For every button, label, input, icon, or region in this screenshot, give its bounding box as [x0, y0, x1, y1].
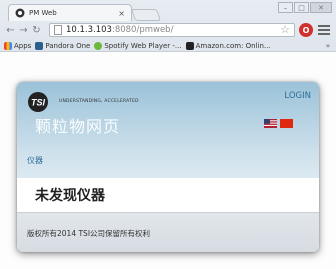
bookmark-spotify[interactable]: Spotify Web Player -... [94, 41, 182, 50]
tab-close-icon[interactable]: × [118, 9, 125, 18]
reload-icon[interactable]: ↻ [30, 25, 43, 36]
spotify-icon [94, 41, 103, 50]
bookmark-label: Apps [14, 41, 32, 50]
us-flag-icon[interactable] [264, 119, 277, 128]
address-bar[interactable]: 10.1.3.103 :8080/pmweb/ ☆ [49, 23, 295, 37]
bookmark-pandora[interactable]: Pandora One [35, 41, 91, 50]
china-flag-icon[interactable] [280, 119, 293, 128]
breadcrumb-instruments[interactable]: 仪器 [27, 155, 43, 166]
url-host: 10.1.3.103 [66, 25, 112, 35]
menu-icon[interactable] [318, 23, 330, 37]
login-link[interactable]: LOGIN [284, 91, 311, 101]
no-instrument-message: 未发现仪器 [35, 188, 105, 204]
new-tab-button[interactable] [130, 9, 162, 21]
browser-tab[interactable]: PM Web × [8, 4, 132, 21]
banner-title: 颗粒物网页 [35, 117, 121, 136]
browser-window: PM Web × – □ ✕ ← → ↻ 10.1.3.103 :8080/pm… [0, 0, 336, 269]
apps-icon [4, 41, 12, 50]
bookmark-star-icon[interactable]: ☆ [280, 23, 290, 36]
forward-arrow-icon[interactable]: → [17, 25, 30, 36]
extension-icon[interactable]: O [299, 23, 313, 37]
page-footer: 版权所有2014 TSI公司保留所有权利 [17, 212, 319, 252]
page-card: TSI UNDERSTANDING, ACCELERATED LOGIN 颗粒物… [17, 82, 319, 252]
maximize-button[interactable]: □ [294, 2, 309, 13]
bookmark-amazon[interactable]: Amazon.com: Onlin... [185, 41, 271, 50]
copyright-text: 版权所有2014 TSI公司保留所有权利 [27, 229, 151, 238]
bookmarks-bar: Apps Pandora One Spotify Web Player -...… [0, 39, 336, 52]
bookmark-label: Spotify Web Player -... [104, 41, 182, 50]
tsi-logo-icon: TSI [28, 92, 48, 112]
bookmark-label: Pandora One [45, 41, 91, 50]
bookmark-label: Amazon.com: Onlin... [195, 41, 271, 50]
window-controls: – □ ✕ [278, 2, 332, 13]
amazon-icon [185, 41, 194, 50]
pandora-icon [35, 41, 44, 50]
back-arrow-icon[interactable]: ← [4, 25, 17, 36]
tagline: UNDERSTANDING, ACCELERATED [59, 99, 139, 104]
page-header: TSI UNDERSTANDING, ACCELERATED LOGIN 颗粒物… [17, 82, 319, 178]
tab-title: PM Web [29, 9, 57, 17]
main-content: 未发现仪器 [17, 178, 319, 212]
svg-text:TSI: TSI [31, 98, 46, 108]
minimize-button[interactable]: – [278, 2, 293, 13]
page-icon [54, 25, 62, 35]
bookmarks-more-icon[interactable]: » [326, 42, 330, 50]
tsi-favicon-icon [15, 8, 25, 18]
url-path: :8080/pmweb/ [111, 25, 174, 35]
bookmark-apps[interactable]: Apps [4, 41, 32, 50]
close-window-button[interactable]: ✕ [310, 2, 332, 13]
browser-chrome: PM Web × – □ ✕ ← → ↻ 10.1.3.103 :8080/pm… [0, 0, 336, 52]
navigation-bar: ← → ↻ 10.1.3.103 :8080/pmweb/ ☆ O [0, 22, 336, 38]
